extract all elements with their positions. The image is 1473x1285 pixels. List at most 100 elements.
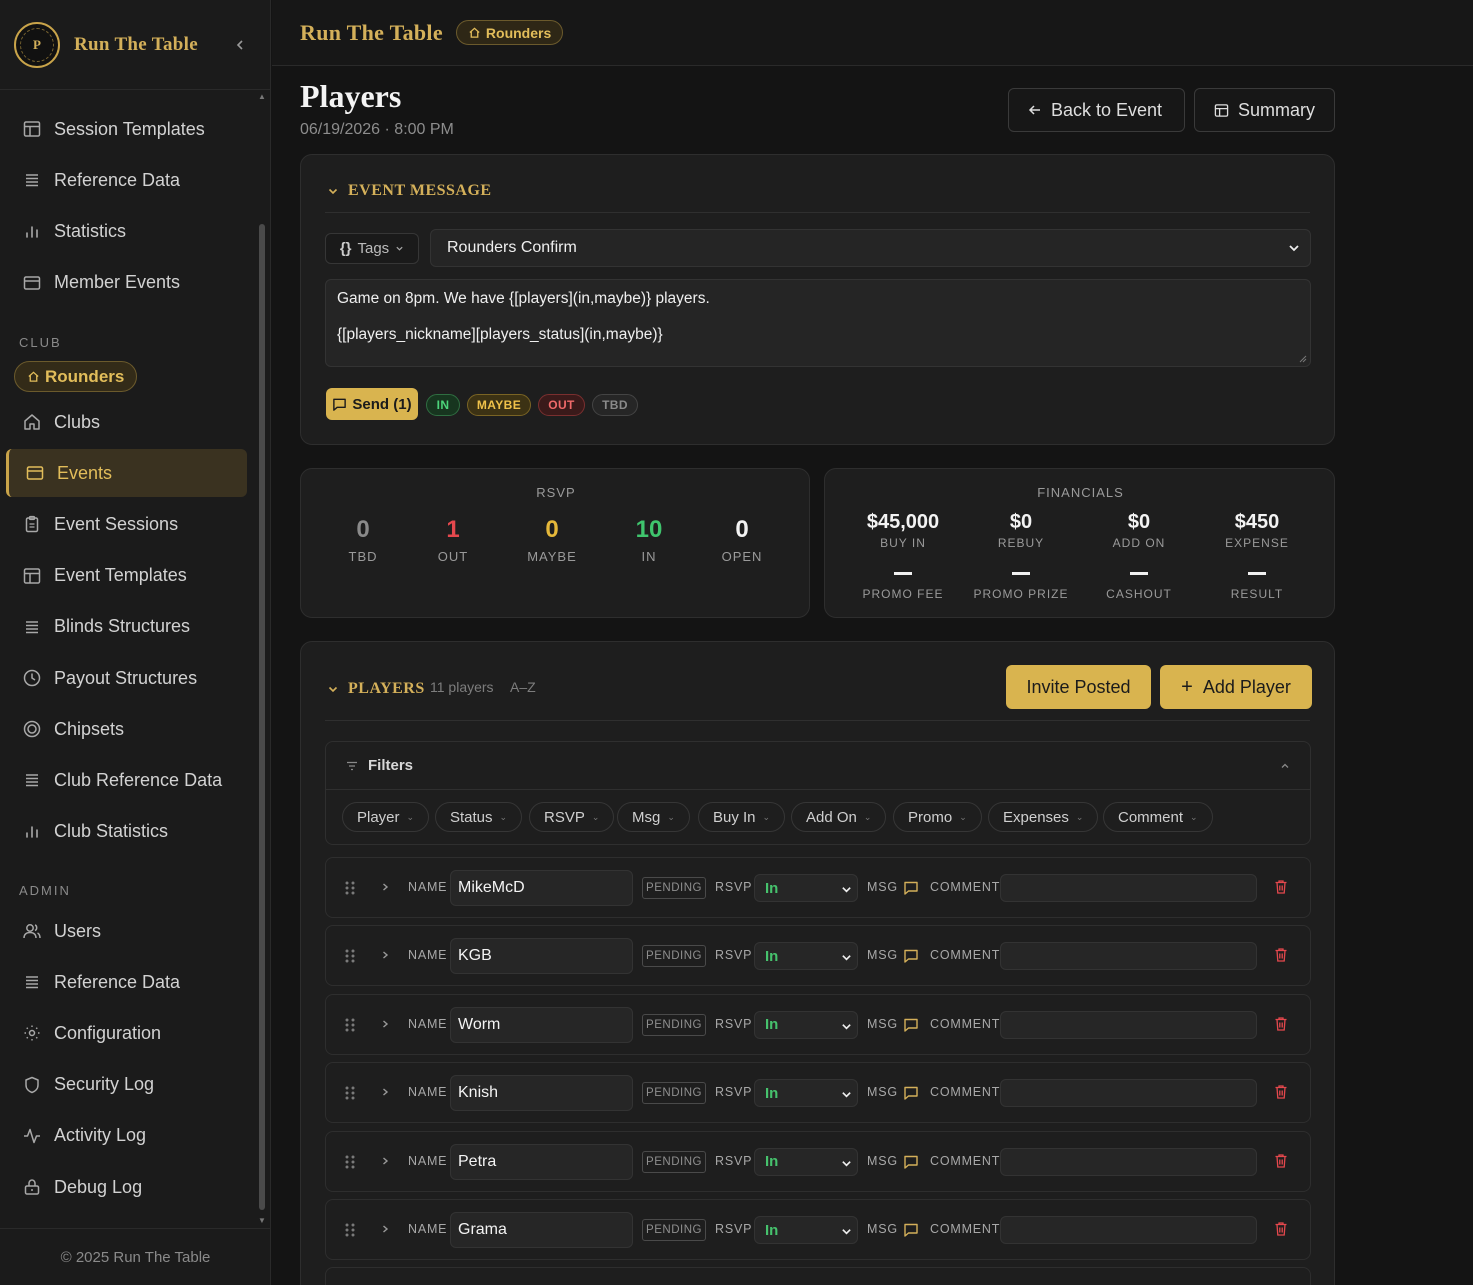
trash-icon[interactable] (1274, 1153, 1288, 1169)
rsvp-select[interactable]: In (754, 942, 858, 971)
topbar-title[interactable]: Run The Table (300, 20, 443, 46)
scroll-thumb[interactable] (259, 224, 265, 1210)
trash-icon[interactable] (1274, 947, 1288, 963)
comment-input[interactable] (1000, 1010, 1257, 1039)
message-square-icon[interactable] (903, 1085, 919, 1101)
chevron-right-icon[interactable] (380, 1087, 390, 1097)
sidebar-scrollbar[interactable]: ▲ ▼ (257, 92, 267, 1228)
invite-posted-button[interactable]: Invite Posted (1006, 665, 1151, 709)
sidebar-item-member-events[interactable]: Member Events (6, 259, 247, 307)
filter-pill-out[interactable]: OUT (538, 394, 585, 416)
chevron-right-icon[interactable] (380, 1224, 390, 1234)
sidebar-item-blinds-structures[interactable]: Blinds Structures (6, 603, 247, 651)
current-club-pill[interactable]: Rounders (14, 361, 138, 392)
filter-pill-tbd[interactable]: TBD (592, 394, 638, 416)
sidebar-item-events[interactable]: Events (6, 449, 247, 498)
sidebar-item-security-log[interactable]: Security Log (6, 1061, 247, 1109)
message-square-icon[interactable] (903, 1154, 919, 1170)
filters-header[interactable]: Filters (326, 742, 1310, 790)
message-textarea[interactable]: Game on 8pm. We have {[players](in,maybe… (325, 279, 1311, 367)
sidebar-item-chipsets[interactable]: Chipsets (6, 705, 247, 753)
player-name-input[interactable]: MikeMcD (450, 870, 633, 906)
club-logo[interactable]: P (14, 21, 60, 68)
sidebar-item-session-templates[interactable]: Session Templates (6, 105, 247, 153)
filter-chip-add-on[interactable]: Add On ⌄ (791, 802, 887, 832)
trash-icon[interactable] (1274, 1016, 1288, 1032)
player-name-input[interactable]: Knish (450, 1075, 633, 1112)
players-toggle[interactable]: PLAYERS (327, 680, 425, 698)
drag-handle-icon[interactable] (344, 948, 356, 964)
sidebar-item-clubs[interactable]: Clubs (6, 398, 247, 446)
rsvp-select[interactable]: In (754, 1010, 858, 1039)
rsvp-select[interactable]: In (754, 1079, 858, 1108)
drag-handle-icon[interactable] (344, 1154, 356, 1170)
sidebar-item-reference-data[interactable]: Reference Data (6, 156, 247, 204)
filter-chip-comment[interactable]: Comment ⌄ (1103, 802, 1213, 832)
summary-button[interactable]: Summary (1194, 88, 1335, 132)
player-name-input[interactable]: Worm (450, 1006, 633, 1043)
drag-handle-icon[interactable] (344, 1222, 356, 1238)
sidebar-item-configuration[interactable]: Configuration (6, 1009, 247, 1057)
rsvp-label-tbd: TBD (348, 549, 378, 564)
sidebar-item-club-reference-data[interactable]: Club Reference Data (6, 756, 247, 804)
filter-pill-maybe[interactable]: MAYBE (467, 394, 531, 416)
trash-icon[interactable] (1274, 1084, 1288, 1100)
filter-pill-in[interactable]: IN (426, 394, 460, 416)
chevron-down-icon (328, 188, 338, 195)
sidebar-item-activity-log[interactable]: Activity Log (6, 1112, 247, 1160)
filter-chip-status[interactable]: Status ⌄ (435, 802, 523, 832)
trash-icon[interactable] (1274, 1221, 1288, 1237)
back-to-event-button[interactable]: Back to Event (1008, 88, 1185, 132)
add-player-button[interactable]: + Add Player (1160, 665, 1312, 709)
rsvp-select[interactable]: In (754, 874, 858, 902)
sidebar-item-label: Users (54, 920, 102, 941)
filter-chip-buy-in[interactable]: Buy In ⌄ (698, 802, 786, 832)
comment-input[interactable] (1000, 1079, 1257, 1108)
tags-button[interactable]: {} Tags (325, 233, 419, 264)
sort-toggle[interactable]: A–Z (510, 679, 536, 695)
chevron-right-icon[interactable] (380, 1019, 390, 1029)
filter-chip-promo[interactable]: Promo ⌄ (893, 802, 982, 832)
chevron-right-icon[interactable] (380, 950, 390, 960)
sidebar-item-debug-log[interactable]: Debug Log (6, 1163, 247, 1211)
message-square-icon[interactable] (903, 948, 919, 964)
sidebar-item-reference-data[interactable]: Reference Data (6, 958, 247, 1006)
bar-chart-icon (21, 221, 43, 243)
collapse-sidebar-icon[interactable] (234, 39, 246, 51)
sidebar-brand[interactable]: Run The Table (74, 34, 198, 56)
chevron-right-icon[interactable] (380, 882, 390, 892)
player-name-input[interactable]: Petra (450, 1143, 633, 1180)
event-message-toggle[interactable]: EVENT MESSAGE (327, 182, 492, 200)
player-name-input[interactable]: KGB (450, 938, 633, 975)
sidebar-item-event-sessions[interactable]: Event Sessions (6, 500, 247, 548)
comment-input[interactable] (1000, 874, 1257, 902)
player-name-input[interactable]: Grama (450, 1212, 633, 1248)
message-square-icon[interactable] (903, 880, 919, 896)
filter-chip-player[interactable]: Player ⌄ (342, 802, 430, 832)
chevron-right-icon[interactable] (380, 1156, 390, 1166)
rsvp-select[interactable]: In (754, 1147, 858, 1176)
filter-chip-expenses[interactable]: Expenses ⌄ (988, 802, 1099, 832)
sidebar-item-club-statistics[interactable]: Club Statistics (6, 808, 247, 856)
trash-icon[interactable] (1274, 879, 1288, 895)
scroll-up-arrow[interactable]: ▲ (257, 92, 267, 102)
drag-handle-icon[interactable] (344, 1017, 356, 1033)
sidebar-item-users[interactable]: Users (6, 907, 247, 955)
comment-input[interactable] (1000, 942, 1257, 971)
topbar-club-badge[interactable]: Rounders (455, 20, 564, 45)
drag-handle-icon[interactable] (344, 880, 356, 896)
rsvp-select[interactable]: In (754, 1216, 858, 1244)
sidebar-item-event-templates[interactable]: Event Templates (6, 552, 247, 600)
comment-input[interactable] (1000, 1147, 1257, 1176)
message-square-icon[interactable] (903, 1222, 919, 1238)
filter-chip-rsvp[interactable]: RSVP ⌄ (529, 802, 615, 832)
drag-handle-icon[interactable] (344, 1085, 356, 1101)
sidebar-item-payout-structures[interactable]: Payout Structures (6, 654, 247, 702)
message-template-select[interactable]: Rounders Confirm (430, 229, 1311, 267)
filter-chip-msg[interactable]: Msg ⌄ (617, 802, 690, 832)
message-square-icon[interactable] (903, 1017, 919, 1033)
comment-input[interactable] (1000, 1216, 1257, 1244)
scroll-down-arrow[interactable]: ▼ (257, 1216, 267, 1226)
send-message-button[interactable]: Send (1) (326, 388, 418, 420)
sidebar-item-statistics[interactable]: Statistics (6, 208, 247, 256)
